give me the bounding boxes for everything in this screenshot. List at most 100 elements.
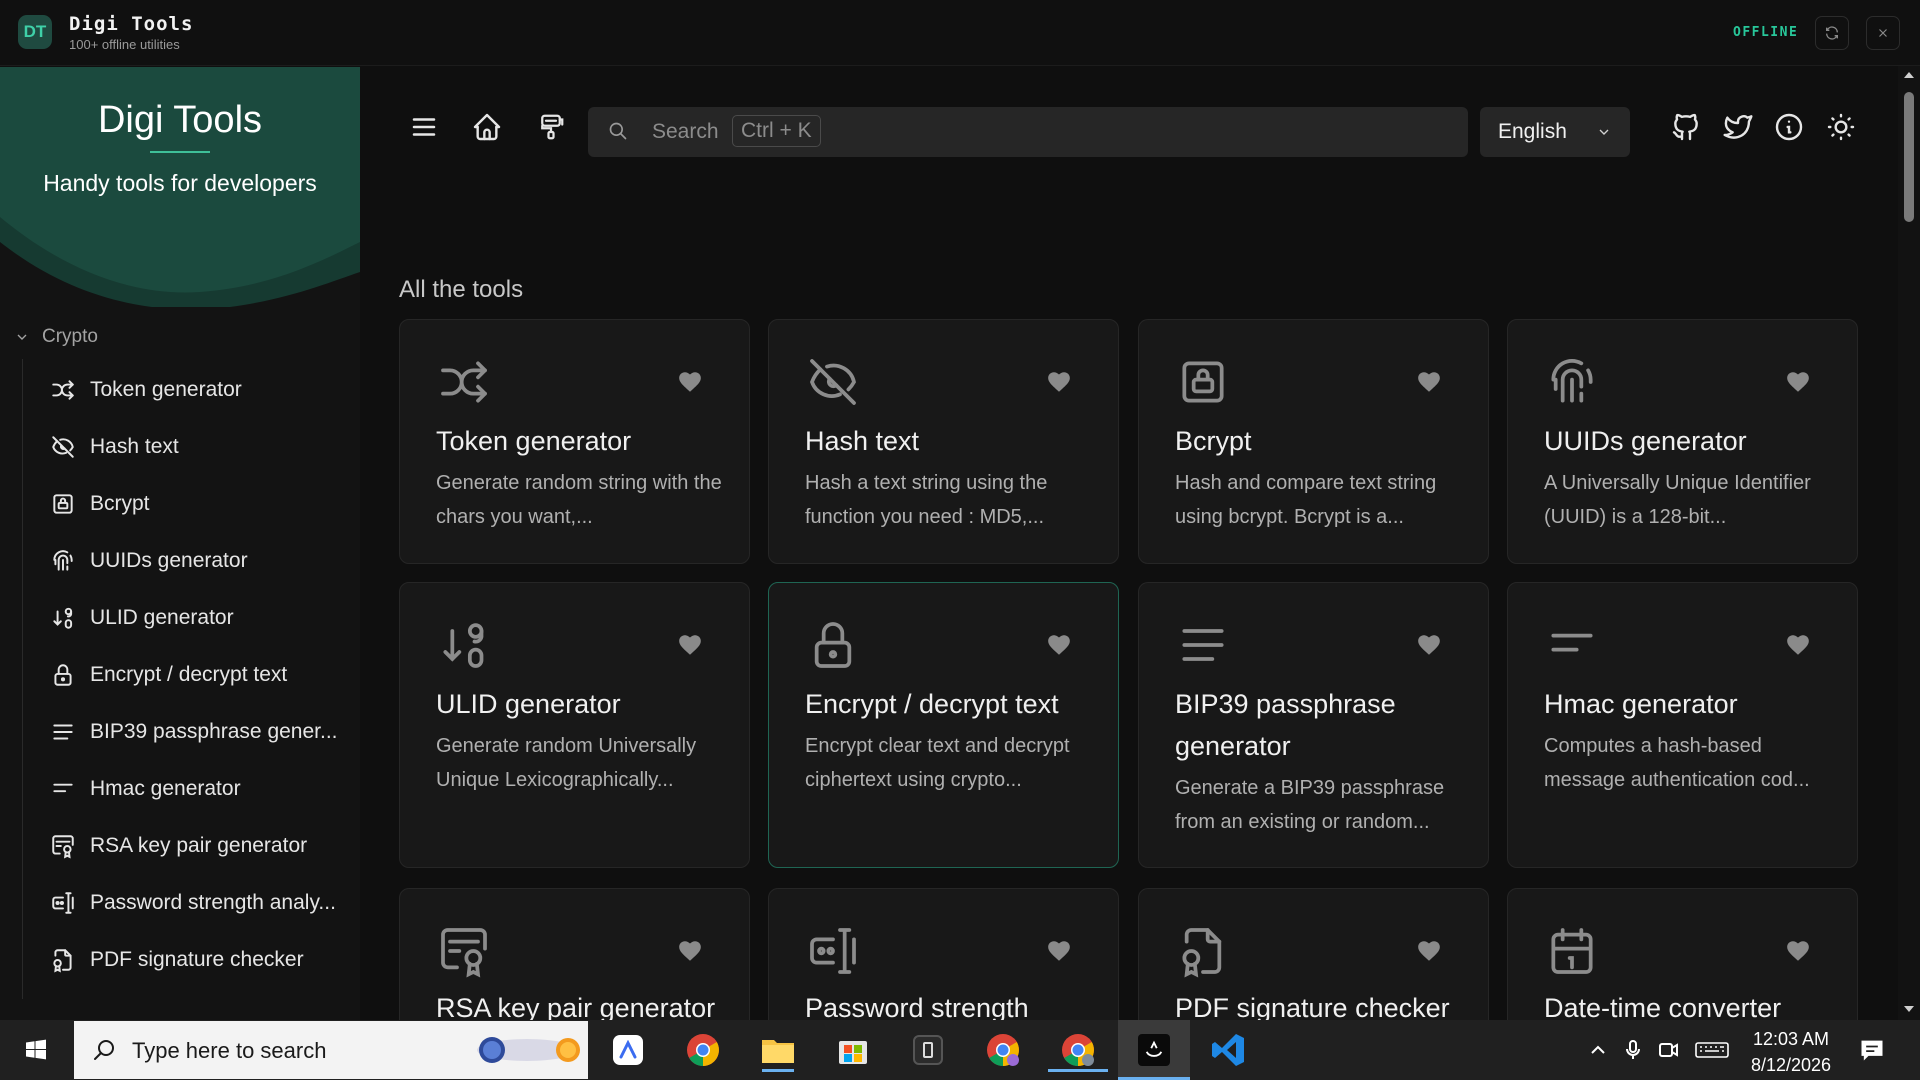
vertical-scrollbar[interactable] bbox=[1898, 66, 1920, 1020]
main-content: All the tools Token generator Generate r… bbox=[360, 197, 1900, 1020]
sidebar-tagline: Handy tools for developers bbox=[43, 170, 317, 196]
sidebar-item-hmac-generator[interactable]: Hmac generator bbox=[50, 769, 340, 809]
app-logo: DT bbox=[18, 15, 52, 49]
sidebar-item-password-strength[interactable]: Password strength analy... bbox=[50, 883, 340, 923]
scroll-down-arrow-icon[interactable] bbox=[1903, 1004, 1915, 1014]
system-clock[interactable]: 12:03 AM 8/12/2026 bbox=[1736, 1026, 1846, 1078]
lock-icon bbox=[814, 622, 852, 668]
keyboard-icon[interactable] bbox=[1694, 1038, 1730, 1062]
taskbar-search-input[interactable]: Type here to search bbox=[74, 1021, 588, 1079]
start-button[interactable] bbox=[14, 1028, 58, 1072]
taskbar-app-chrome-profile-2[interactable] bbox=[1048, 1028, 1108, 1072]
password-icon bbox=[52, 892, 74, 914]
taskbar-app-store[interactable] bbox=[831, 1028, 875, 1072]
paint-icon bbox=[541, 114, 564, 140]
heart-icon[interactable] bbox=[677, 369, 703, 395]
search-highlight-image bbox=[472, 1034, 582, 1066]
taskbar-app-chrome[interactable] bbox=[681, 1028, 725, 1072]
sidebar-item-label: Bcrypt bbox=[90, 492, 150, 515]
language-select[interactable]: English bbox=[1480, 107, 1630, 157]
sidebar-item-label: ULID generator bbox=[90, 606, 234, 629]
certificate-icon bbox=[52, 835, 74, 859]
card-description: A Universally Unique Identifier (UUID) i… bbox=[1544, 472, 1811, 528]
scroll-up-arrow-icon[interactable] bbox=[1903, 70, 1915, 80]
file-certificate-icon bbox=[53, 949, 72, 973]
github-link[interactable] bbox=[1666, 107, 1706, 147]
heart-icon[interactable] bbox=[1046, 938, 1072, 964]
active-indicator bbox=[762, 1069, 794, 1072]
card-title: Hmac generator bbox=[1544, 689, 1738, 719]
theme-toggle-button[interactable] bbox=[1821, 107, 1861, 147]
password-icon bbox=[810, 928, 856, 974]
search-input[interactable]: Search Ctrl + K bbox=[588, 107, 1468, 157]
tool-card-pdf-signature-checker[interactable]: PDF signature checker bbox=[1138, 888, 1489, 1020]
sidebar-item-bip39-passphrase[interactable]: BIP39 passphrase gener... bbox=[50, 712, 340, 752]
sidebar-section-crypto[interactable]: Crypto bbox=[14, 326, 98, 348]
tool-card-hash-text[interactable]: Hash text Hash a text string using the f… bbox=[768, 319, 1119, 564]
sidebar-item-rsa-key-pair[interactable]: RSA key pair generator bbox=[50, 826, 340, 866]
tool-card-token-generator[interactable]: Token generator Generate random string w… bbox=[399, 319, 750, 564]
microphone-icon[interactable] bbox=[1621, 1038, 1645, 1062]
taskbar-app-notes[interactable] bbox=[906, 1028, 950, 1072]
sidebar-item-bcrypt[interactable]: Bcrypt bbox=[50, 484, 340, 524]
taskbar-search-placeholder: Type here to search bbox=[132, 1038, 327, 1063]
chevron-up-icon[interactable] bbox=[1586, 1038, 1610, 1062]
sidebar-item-label: UUIDs generator bbox=[90, 549, 248, 572]
title-bar: DT Digi Tools 100+ offline utilities OFF… bbox=[0, 0, 1920, 66]
heart-icon[interactable] bbox=[1785, 938, 1811, 964]
heart-icon[interactable] bbox=[1785, 632, 1811, 658]
tool-card-uuids-generator[interactable]: UUIDs generator A Universally Unique Ide… bbox=[1507, 319, 1858, 564]
camera-icon[interactable] bbox=[1656, 1038, 1680, 1062]
tool-card-rsa-key-pair[interactable]: RSA key pair generator bbox=[399, 888, 750, 1020]
vscode-icon bbox=[1212, 1034, 1244, 1066]
tool-card-ulid-generator[interactable]: ULID generator Generate random Universal… bbox=[399, 582, 750, 868]
heart-icon[interactable] bbox=[1416, 632, 1442, 658]
tool-card-bcrypt[interactable]: Bcrypt Hash and compare text string usin… bbox=[1138, 319, 1489, 564]
home-button[interactable] bbox=[467, 107, 507, 147]
twitter-link[interactable] bbox=[1718, 107, 1758, 147]
refresh-button[interactable] bbox=[1815, 16, 1849, 50]
card-description: Computes a hash-based message authentica… bbox=[1544, 735, 1810, 791]
sidebar-item-ulid-generator[interactable]: ULID generator bbox=[50, 598, 340, 638]
title-underline bbox=[150, 151, 210, 153]
chrome-profile-icon bbox=[1062, 1034, 1094, 1066]
arc-app-icon bbox=[613, 1035, 643, 1065]
card-title: RSA key pair generator bbox=[436, 993, 716, 1020]
sidebar-item-pdf-signature-checker[interactable]: PDF signature checker bbox=[50, 940, 340, 980]
sidebar-item-label: Encrypt / decrypt text bbox=[90, 663, 288, 686]
taskbar-app-digi-tools[interactable] bbox=[1118, 1020, 1190, 1080]
notes-app-icon bbox=[913, 1035, 943, 1065]
close-button[interactable] bbox=[1866, 16, 1900, 50]
tool-card-password-strength[interactable]: Password strength bbox=[768, 888, 1119, 1020]
menu-button[interactable] bbox=[404, 107, 444, 147]
heart-icon[interactable] bbox=[677, 938, 703, 964]
about-button[interactable] bbox=[1769, 107, 1809, 147]
taskbar-app-vscode[interactable] bbox=[1206, 1028, 1250, 1072]
short-lines-icon bbox=[53, 783, 73, 793]
sidebar-item-hash-text[interactable]: Hash text bbox=[50, 427, 340, 467]
taskbar-app-chrome-profile[interactable] bbox=[981, 1028, 1025, 1072]
close-icon bbox=[1879, 29, 1887, 37]
scrollbar-thumb[interactable] bbox=[1904, 92, 1914, 222]
sidebar-item-encrypt-decrypt-text[interactable]: Encrypt / decrypt text bbox=[50, 655, 340, 695]
tool-card-hmac-generator[interactable]: Hmac generator Computes a hash-based mes… bbox=[1507, 582, 1858, 868]
heart-icon[interactable] bbox=[1046, 632, 1072, 658]
heart-icon[interactable] bbox=[1046, 369, 1072, 395]
lock-square-icon bbox=[1182, 361, 1224, 403]
sidebar-item-token-generator[interactable]: Token generator bbox=[50, 370, 340, 410]
heart-icon[interactable] bbox=[677, 632, 703, 658]
sidebar-item-uuids-generator[interactable]: UUIDs generator bbox=[50, 541, 340, 581]
notifications-icon[interactable] bbox=[1858, 1036, 1886, 1064]
heart-icon[interactable] bbox=[1785, 369, 1811, 395]
windows-taskbar: Type here to search 12:03 AM 8/12/2026 bbox=[0, 1020, 1920, 1080]
card-description: Hash a text string using the function yo… bbox=[805, 472, 1048, 528]
taskbar-app-file-explorer[interactable] bbox=[756, 1028, 800, 1072]
tool-card-date-time-converter[interactable]: Date-time converter bbox=[1507, 888, 1858, 1020]
heart-icon[interactable] bbox=[1416, 369, 1442, 395]
tool-card-bip39-passphrase[interactable]: BIP39 passphrase generator Generate a BI… bbox=[1138, 582, 1489, 868]
sun-icon bbox=[1827, 113, 1855, 141]
heart-icon[interactable] bbox=[1416, 938, 1442, 964]
taskbar-app-arc[interactable] bbox=[606, 1028, 650, 1072]
tool-card-encrypt-decrypt-text[interactable]: Encrypt / decrypt text Encrypt clear tex… bbox=[768, 582, 1119, 868]
customize-button[interactable] bbox=[531, 107, 571, 147]
